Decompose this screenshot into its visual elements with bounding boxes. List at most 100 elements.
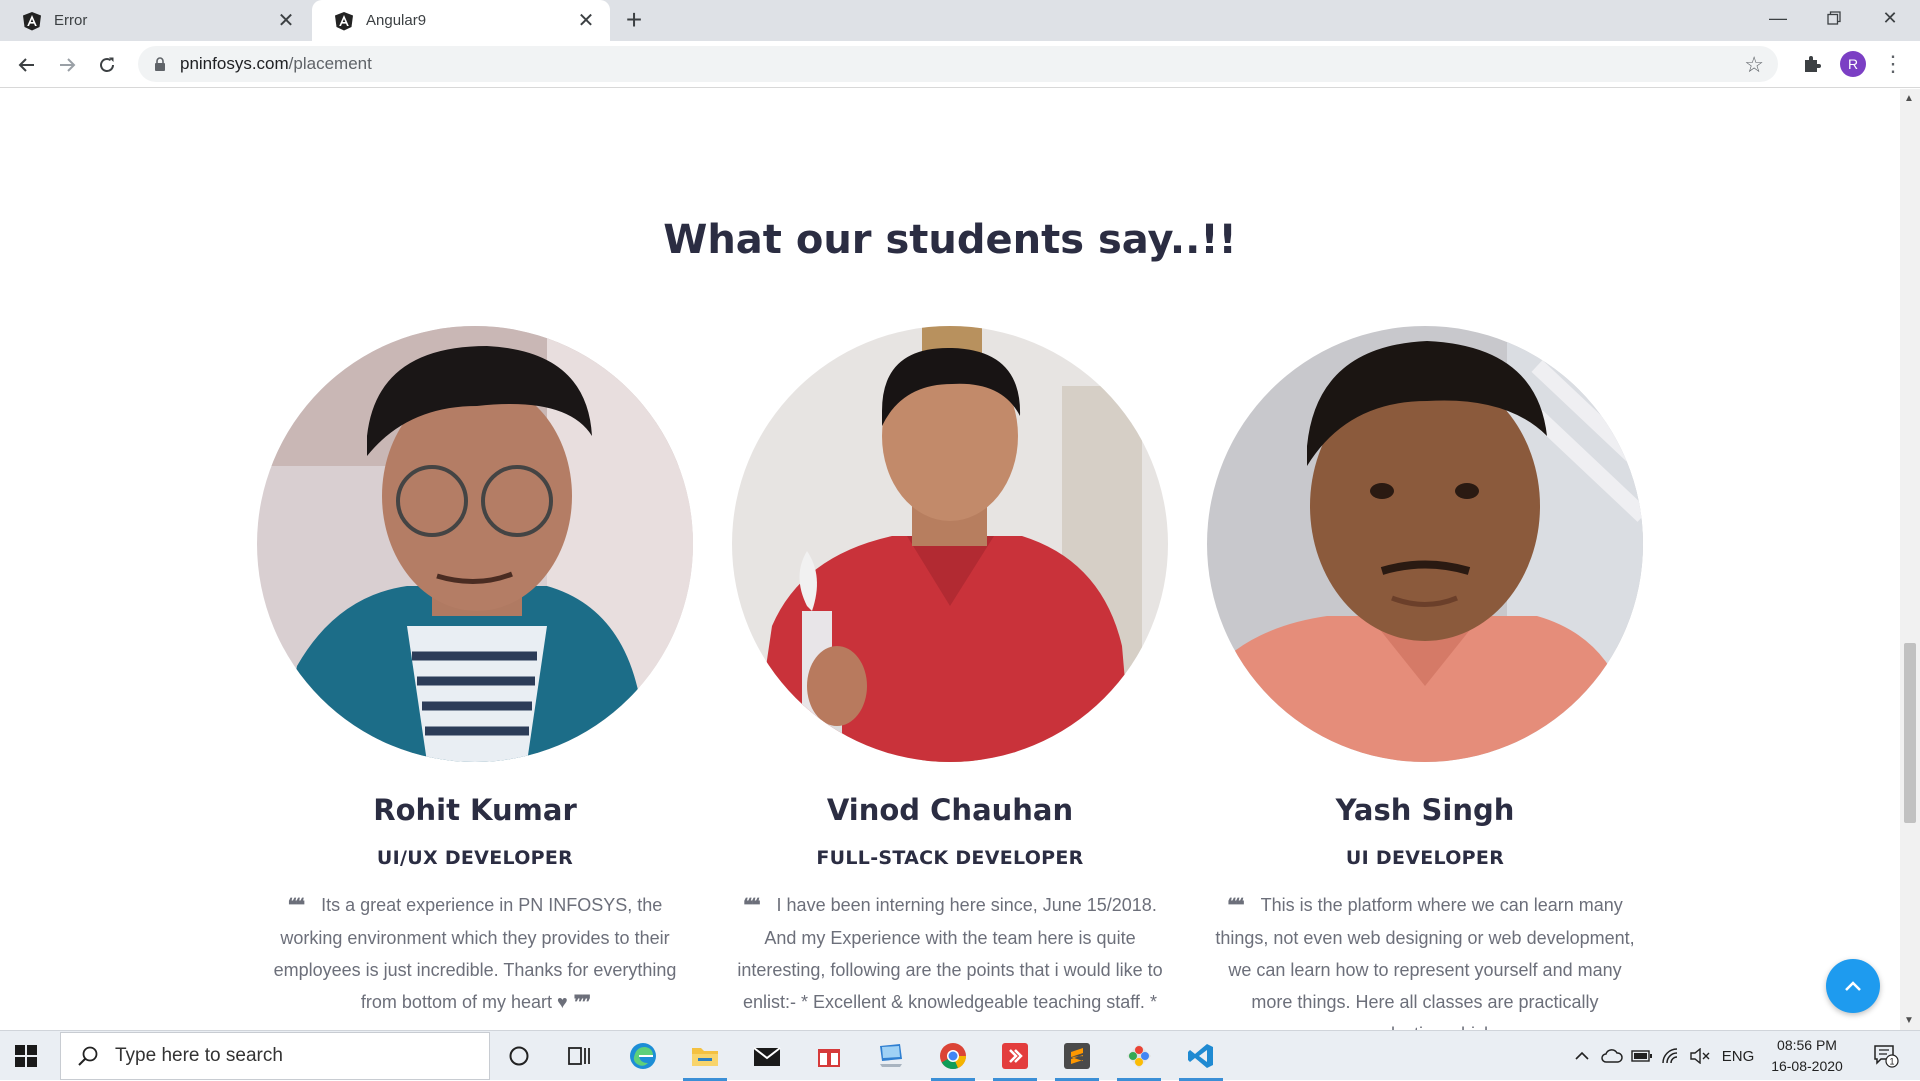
quote-open-icon: ❝❝ bbox=[287, 895, 305, 916]
student-name: Yash Singh bbox=[1335, 793, 1515, 827]
folder-icon bbox=[692, 1048, 718, 1066]
paint-icon bbox=[1127, 1044, 1151, 1068]
back-to-top-button[interactable] bbox=[1826, 959, 1880, 1013]
battery-icon bbox=[1631, 1050, 1652, 1062]
taskbar-app-chrome[interactable] bbox=[925, 1031, 981, 1081]
tray-overflow-button[interactable] bbox=[1570, 1031, 1594, 1081]
url-host: pninfosys.com bbox=[180, 54, 289, 73]
testimonial-card: Rohit Kumar UI/UX DEVELOPER ❝❝ Its a grea… bbox=[255, 326, 695, 1019]
quote-open-icon: ❝❝ bbox=[1227, 895, 1244, 916]
taskbar-app-edge[interactable] bbox=[615, 1031, 671, 1081]
lock-icon bbox=[155, 57, 165, 71]
notification-icon: 1 bbox=[1874, 1045, 1899, 1068]
tab-angular9[interactable]: Angular9 ✕ bbox=[312, 0, 610, 41]
computer-icon bbox=[880, 1044, 902, 1067]
mail-icon bbox=[753, 1047, 781, 1066]
tab-title: Angular9 bbox=[366, 12, 427, 29]
sublime-icon bbox=[1064, 1043, 1090, 1069]
angular-icon bbox=[23, 11, 41, 30]
tray-language[interactable]: ENG bbox=[1718, 1031, 1758, 1081]
quote-text: I have been interning here since, June 1… bbox=[737, 895, 1163, 1012]
windows-taskbar: Type here to search ENG 08:56 PM 16-08-2… bbox=[0, 1030, 1920, 1081]
tray-volume[interactable] bbox=[1688, 1031, 1712, 1081]
wifi-icon bbox=[1662, 1048, 1678, 1064]
cloud-icon bbox=[1601, 1049, 1623, 1063]
page-viewport: What our students say..!! Rohit Kumar UI… bbox=[0, 89, 1900, 1030]
chrome-icon bbox=[940, 1043, 966, 1070]
profile-avatar[interactable]: R bbox=[1840, 51, 1866, 77]
student-role: FULL-STACK DEVELOPER bbox=[816, 847, 1084, 869]
tray-battery[interactable] bbox=[1630, 1031, 1654, 1081]
close-icon[interactable]: ✕ bbox=[576, 11, 596, 31]
student-photo bbox=[257, 326, 693, 762]
taskbar-app-git[interactable] bbox=[987, 1031, 1043, 1081]
task-view-icon bbox=[568, 1047, 590, 1065]
browser-toolbar: pninfosys.com/placement ☆ bbox=[0, 41, 1920, 88]
taskbar-app-file-explorer[interactable] bbox=[677, 1031, 733, 1081]
restore-button[interactable] bbox=[1806, 0, 1862, 36]
student-name: Vinod Chauhan bbox=[826, 793, 1074, 827]
new-tab-button[interactable]: + bbox=[620, 6, 648, 34]
arrow-right-icon bbox=[60, 58, 76, 72]
tab-error[interactable]: Error ✕ bbox=[0, 0, 310, 41]
reload-button[interactable] bbox=[92, 50, 122, 80]
taskbar-app-mail[interactable] bbox=[739, 1031, 795, 1081]
restore-icon bbox=[1827, 11, 1841, 25]
quote-close-icon: ❞❞ bbox=[573, 992, 591, 1013]
student-name: Rohit Kumar bbox=[373, 793, 577, 827]
student-photo bbox=[732, 326, 1168, 762]
taskbar-app-paint[interactable] bbox=[1111, 1031, 1167, 1081]
window-close-button[interactable]: ✕ bbox=[1862, 0, 1918, 36]
task-view-button[interactable] bbox=[551, 1031, 607, 1081]
address-bar[interactable]: pninfosys.com/placement ☆ bbox=[138, 46, 1778, 82]
cortana-icon bbox=[509, 1046, 529, 1066]
student-role: UI/UX DEVELOPER bbox=[376, 847, 574, 869]
testimonial-quote: ❝❝ Its a great experience in PN INFOSYS, … bbox=[255, 889, 695, 1019]
back-button[interactable] bbox=[12, 50, 42, 80]
testimonial-card: Yash Singh UI DEVELOPER ❝❝ This is the pl… bbox=[1205, 326, 1645, 1030]
taskbar-app-gift[interactable] bbox=[801, 1031, 857, 1081]
testimonial-card: Vinod Chauhan FULL-STACK DEVELOPER ❝❝ I h… bbox=[730, 326, 1170, 1018]
scroll-thumb[interactable] bbox=[1904, 643, 1916, 823]
testimonial-quote: ❝❝ I have been interning here since, June… bbox=[730, 889, 1170, 1018]
windows-start-icon[interactable] bbox=[14, 1044, 38, 1068]
action-center-button[interactable]: 1 bbox=[1866, 1031, 1906, 1081]
clock-time: 08:56 PM bbox=[1777, 1037, 1837, 1053]
page-scrollbar[interactable]: ▲ ▼ bbox=[1900, 89, 1920, 1030]
notification-count: 1 bbox=[1889, 1057, 1894, 1067]
bookmark-star-icon[interactable]: ☆ bbox=[1744, 52, 1764, 78]
clock-date: 16-08-2020 bbox=[1771, 1058, 1843, 1074]
tab-title: Error bbox=[54, 12, 88, 29]
taskbar-app-vscode[interactable] bbox=[1173, 1031, 1229, 1081]
browser-tab-bar: Error ✕ Angular9 ✕ + — ✕ bbox=[0, 0, 1920, 41]
tray-onedrive[interactable] bbox=[1600, 1031, 1624, 1081]
search-icon bbox=[78, 1046, 98, 1066]
chevron-up-icon bbox=[1575, 1051, 1589, 1060]
forward-button[interactable] bbox=[52, 50, 82, 80]
edge-icon bbox=[630, 1043, 656, 1069]
taskbar-app-sublime[interactable] bbox=[1049, 1031, 1105, 1081]
close-icon[interactable]: ✕ bbox=[276, 11, 296, 31]
quote-text: This is the platform where we can learn … bbox=[1215, 895, 1635, 1030]
tray-wifi[interactable] bbox=[1660, 1031, 1684, 1081]
url-path: /placement bbox=[288, 54, 372, 73]
browser-menu-icon[interactable]: ⋮ bbox=[1882, 50, 1904, 78]
cortana-button[interactable] bbox=[491, 1031, 547, 1081]
minimize-button[interactable]: — bbox=[1750, 0, 1806, 36]
volume-muted-icon bbox=[1690, 1048, 1710, 1064]
taskbar-search-box[interactable]: Type here to search bbox=[60, 1032, 490, 1080]
angular-icon bbox=[335, 11, 353, 30]
quote-open-icon: ❝❝ bbox=[743, 895, 760, 916]
scroll-down-icon[interactable]: ▼ bbox=[1904, 1015, 1914, 1026]
search-placeholder: Type here to search bbox=[115, 1045, 283, 1066]
taskbar-app-computer[interactable] bbox=[863, 1031, 919, 1081]
testimonial-quote: ❝❝ This is the platform where we can lear… bbox=[1205, 889, 1645, 1030]
scroll-up-icon[interactable]: ▲ bbox=[1904, 93, 1914, 104]
extensions-puzzle-icon[interactable] bbox=[1800, 52, 1824, 76]
chevron-up-icon bbox=[1845, 981, 1861, 991]
arrow-left-icon bbox=[18, 58, 34, 72]
taskbar-clock[interactable]: 08:56 PM 16-08-2020 bbox=[1762, 1035, 1852, 1077]
section-title: What our students say..!! bbox=[663, 217, 1237, 263]
gift-icon bbox=[818, 1049, 840, 1067]
student-role: UI DEVELOPER bbox=[1345, 847, 1505, 869]
